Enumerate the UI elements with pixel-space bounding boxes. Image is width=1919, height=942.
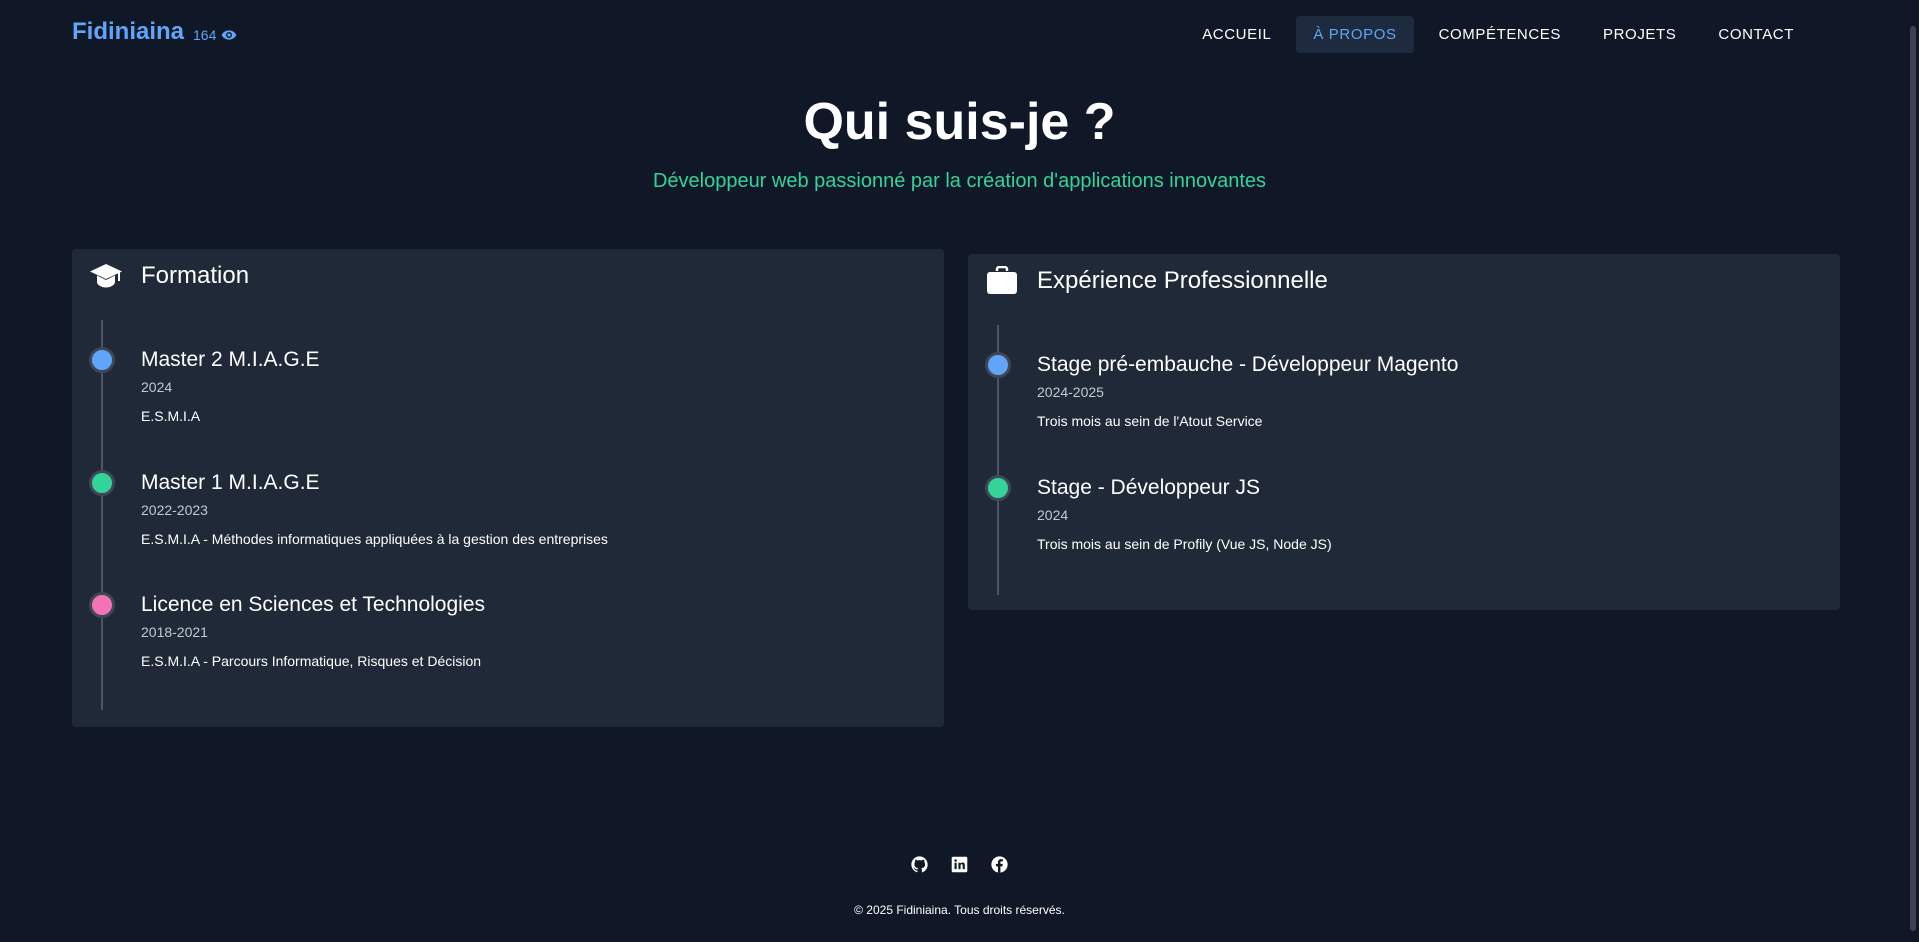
formation-card: Formation Master 2 M.I.A.G.E 2024 E.S.M.… [72, 249, 944, 727]
page-scrollbar[interactable] [1907, 0, 1919, 942]
timeline-dot [89, 592, 115, 618]
experience-title: Expérience Professionnelle [1037, 267, 1328, 294]
github-icon[interactable] [911, 856, 928, 873]
facebook-icon[interactable] [991, 856, 1008, 873]
formation-item-title: Licence en Sciences et Technologies [141, 593, 486, 616]
experience-item-year: 2024-2025 [1037, 384, 1104, 400]
nav-competences[interactable]: COMPÉTENCES [1422, 16, 1578, 53]
timeline-dot [985, 352, 1011, 378]
timeline-dot [89, 470, 115, 496]
formation-item-year: 2022-2023 [141, 502, 208, 518]
page-subtitle: Développeur web passionné par la créatio… [652, 170, 1267, 192]
experience-item-year: 2024 [1037, 507, 1069, 523]
page-title: Qui suis-je ? [803, 93, 1116, 151]
social-links [0, 856, 1919, 873]
site-header: Fidiniaina 164 ACCUEIL À PROPOS COMPÉTEN… [0, 0, 1907, 68]
experience-header: Expérience Professionnelle [985, 265, 1328, 296]
formation-item-desc: E.S.M.I.A [141, 408, 201, 424]
linkedin-icon[interactable] [951, 856, 968, 873]
timeline-dot [89, 347, 115, 373]
briefcase-icon [985, 265, 1019, 296]
experience-item-desc: Trois mois au sein de l'Atout Service [1037, 413, 1263, 429]
experience-item-desc: Trois mois au sein de Profily (Vue JS, N… [1037, 536, 1332, 552]
formation-item-title: Master 2 M.I.A.G.E [141, 348, 320, 371]
brand-name[interactable]: Fidiniaina [72, 18, 184, 46]
main-nav: ACCUEIL À PROPOS COMPÉTENCES PROJETS CON… [1185, 16, 1811, 53]
scrollbar-thumb[interactable] [1910, 26, 1916, 931]
brand: Fidiniaina 164 [72, 18, 237, 46]
formation-item-title: Master 1 M.I.A.G.E [141, 471, 320, 494]
formation-item-year: 2018-2021 [141, 624, 208, 640]
nav-contact[interactable]: CONTACT [1701, 16, 1811, 53]
formation-item-year: 2024 [141, 379, 173, 395]
eye-icon [221, 27, 237, 43]
formation-item-desc: E.S.M.I.A - Parcours Informatique, Risqu… [141, 653, 482, 669]
view-count: 164 [193, 26, 217, 43]
graduation-cap-icon [89, 261, 123, 291]
copyright: © 2025 Fidiniaina. Tous droits réservés. [854, 903, 1065, 917]
timeline-dot [985, 475, 1011, 501]
nav-projets[interactable]: PROJETS [1586, 16, 1693, 53]
formation-item-desc: E.S.M.I.A - Méthodes informatiques appli… [141, 531, 608, 547]
experience-item-title: Stage - Développeur JS [1037, 476, 1260, 499]
formation-timeline [101, 320, 103, 710]
nav-accueil[interactable]: ACCUEIL [1185, 16, 1288, 53]
formation-header: Formation [89, 261, 249, 291]
nav-a-propos[interactable]: À PROPOS [1296, 16, 1414, 53]
experience-item-title: Stage pré-embauche - Développeur Magento [1037, 353, 1459, 376]
formation-title: Formation [141, 262, 250, 289]
experience-card: Expérience Professionnelle Stage pré-emb… [968, 254, 1840, 610]
